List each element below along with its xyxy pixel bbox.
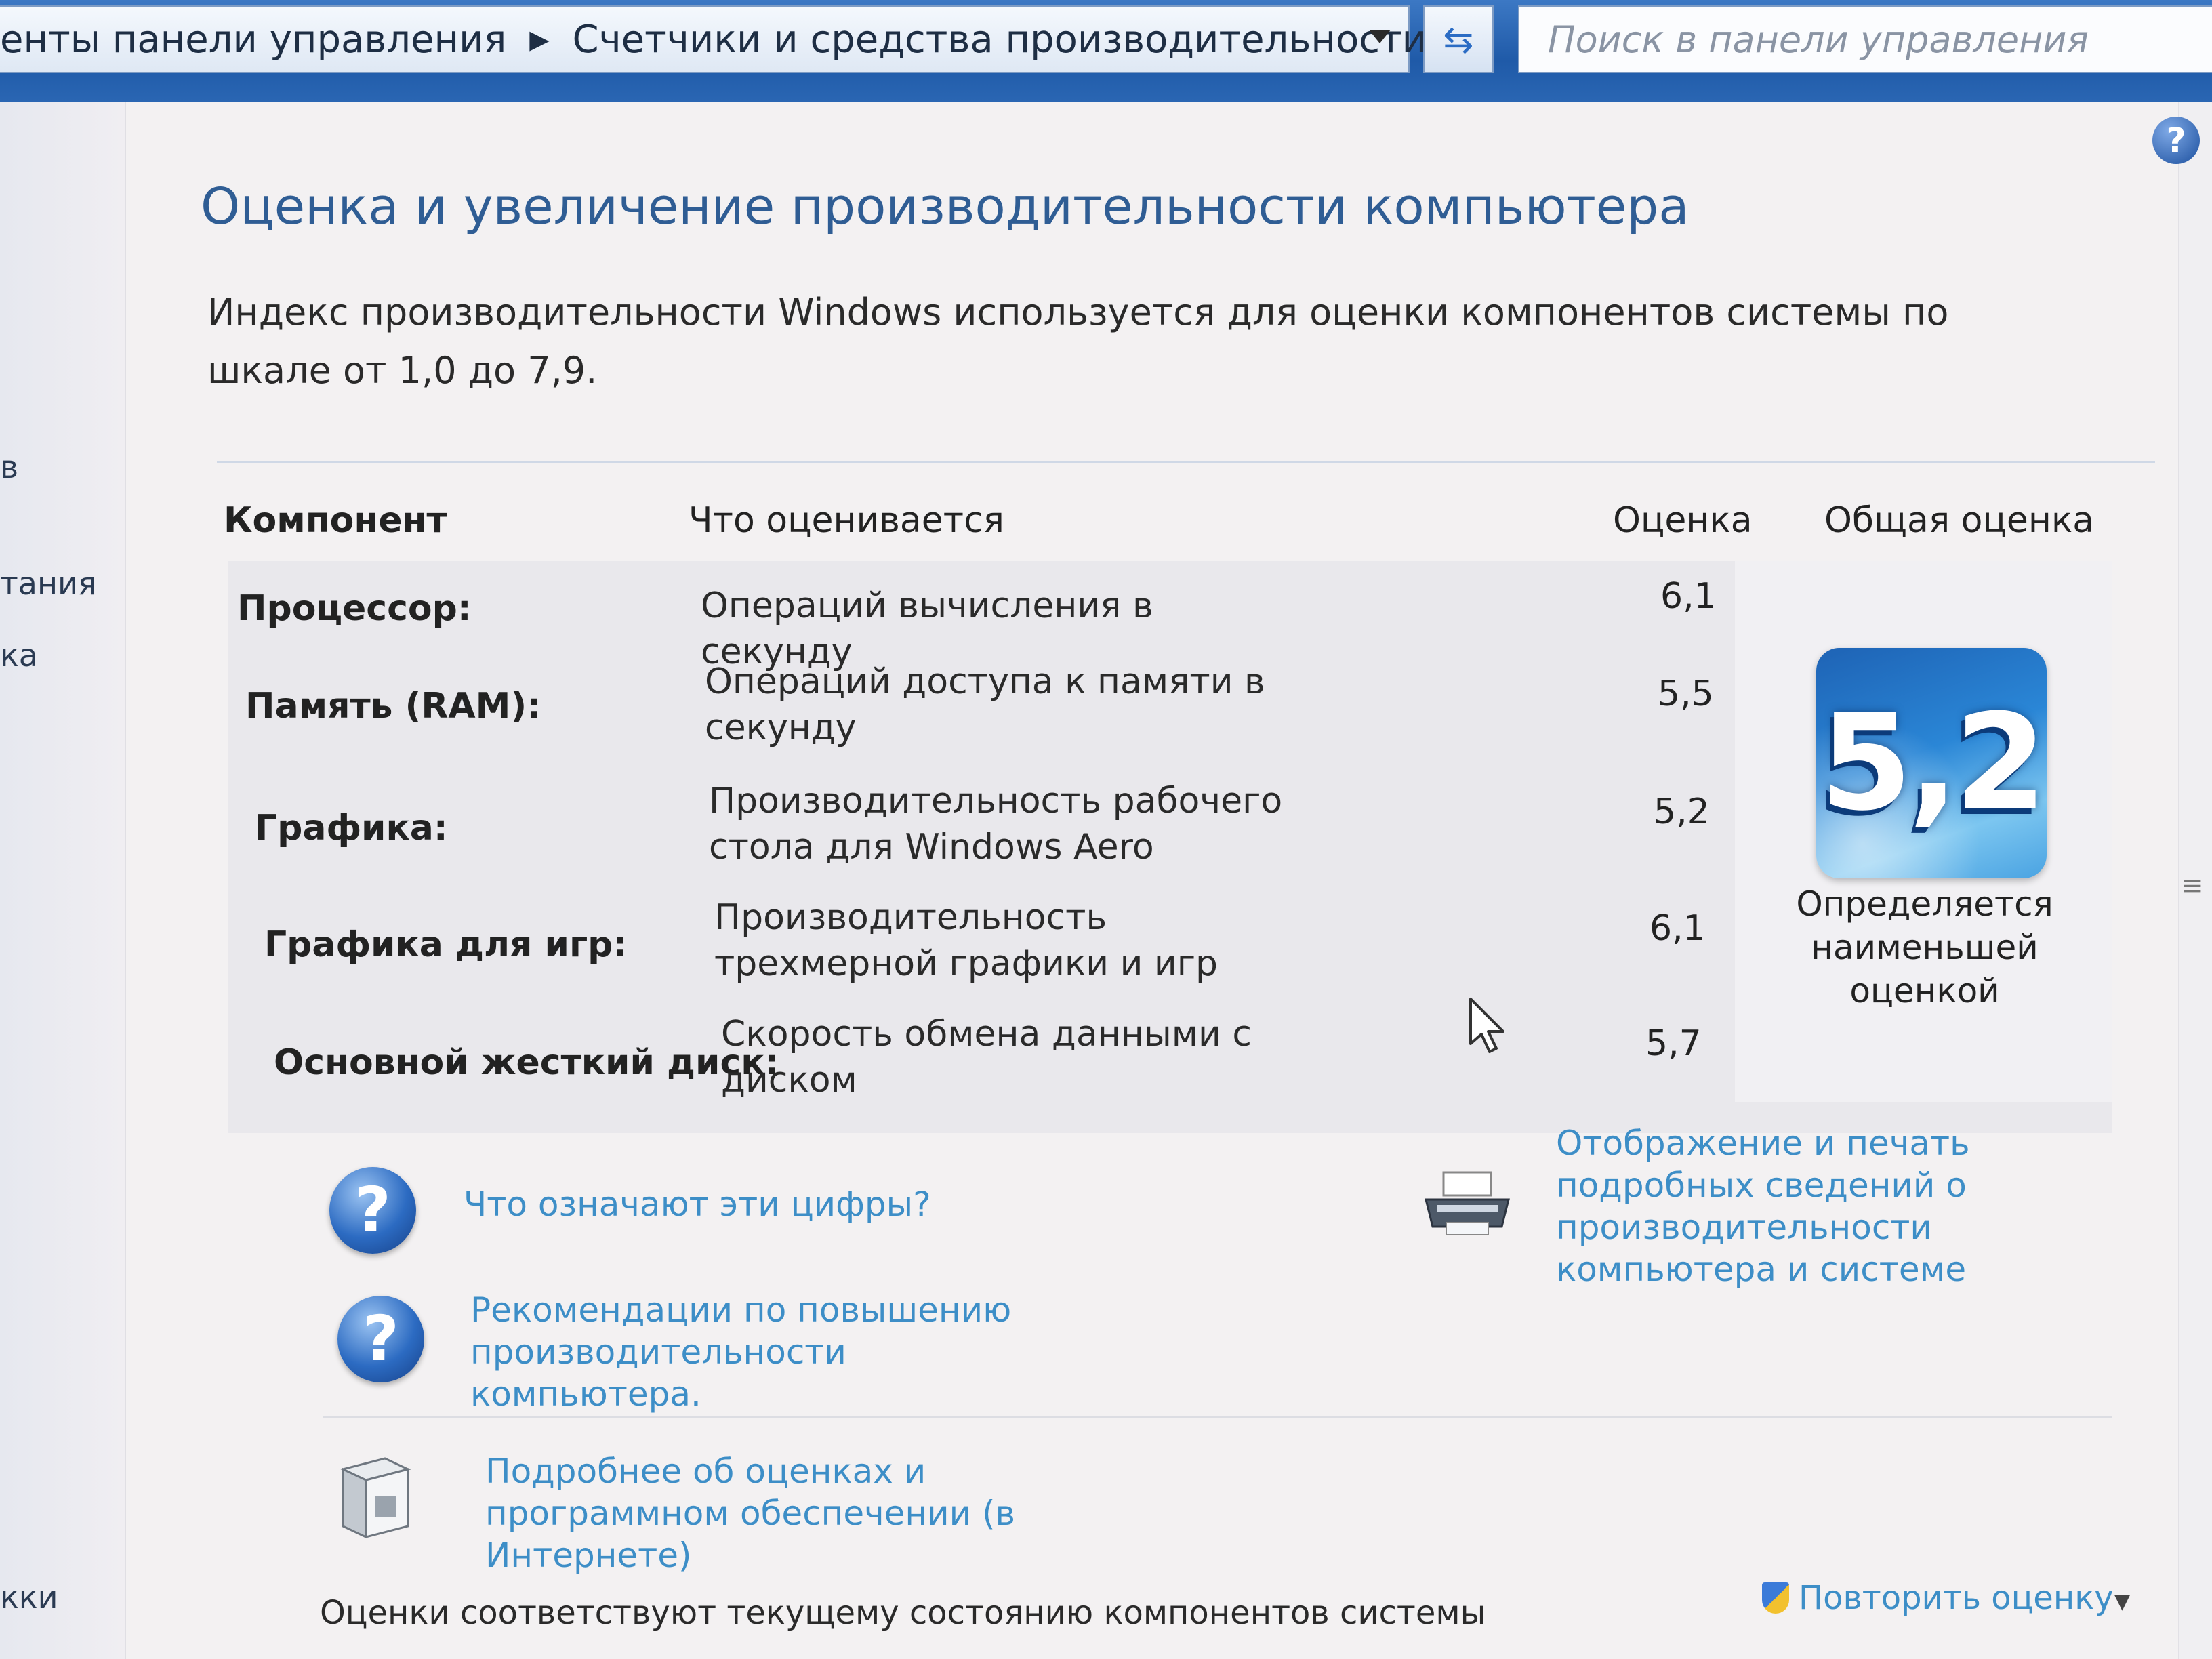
- column-header-base-score: Общая оценка: [1824, 500, 2095, 541]
- left-nav-item[interactable]: ка: [0, 637, 38, 674]
- row-label-processor: Процессор:: [237, 588, 472, 629]
- status-text: Оценки соответствуют текущему состоянию …: [320, 1594, 1486, 1632]
- refresh-icon: ⇆: [1443, 18, 1474, 61]
- search-placeholder: Поиск в панели управления: [1548, 18, 2089, 61]
- column-header-what: Что оценивается: [689, 500, 1004, 541]
- printer-icon[interactable]: [1416, 1166, 1518, 1240]
- help-icon[interactable]: ?: [2152, 117, 2200, 164]
- chevron-down-icon[interactable]: ▼: [2114, 1590, 2130, 1614]
- row-desc-primary-disk: Скорость обмена данными с диском: [721, 1014, 1252, 1101]
- column-header-score: Оценка: [1613, 500, 1753, 541]
- base-score-note: Определяется наименьшей оценкой: [1796, 884, 2053, 1010]
- uac-shield-icon: [1762, 1582, 1789, 1614]
- question-icon[interactable]: ?: [337, 1296, 424, 1382]
- link-performance-tips[interactable]: Рекомендации по повышению производительн…: [470, 1289, 1067, 1415]
- search-input[interactable]: Поиск в панели управления: [1518, 5, 2212, 73]
- row-score-memory: 5,5: [1658, 674, 1714, 714]
- row-desc-memory: Операций доступа к памяти в секунду: [705, 661, 1265, 748]
- row-desc-graphics: Производительность рабочего стола для Wi…: [709, 781, 1283, 867]
- question-icon[interactable]: ?: [329, 1167, 416, 1254]
- link-print-details[interactable]: Отображение и печать подробных сведений …: [1556, 1122, 2112, 1290]
- left-nav-item[interactable]: кки: [0, 1579, 58, 1616]
- breadcrumb-item-performance[interactable]: Счетчики и средства производительности: [572, 18, 1427, 62]
- address-bar: енты панели управления ▶ Счетчики и сред…: [0, 0, 2212, 102]
- row-score-processor: 6,1: [1660, 576, 1717, 617]
- row-label-primary-disk: Основной жесткий диск:: [274, 1042, 779, 1083]
- divider: [323, 1416, 2112, 1418]
- row-label-memory: Память (RAM):: [245, 686, 541, 726]
- breadcrumb-item-control-panel[interactable]: енты панели управления: [0, 18, 506, 62]
- chevron-down-icon[interactable]: [1369, 30, 1391, 43]
- mouse-cursor-icon: [1469, 998, 1504, 1053]
- page-title: Оценка и увеличение производительности к…: [201, 178, 1689, 236]
- left-nav-item[interactable]: тания: [0, 565, 97, 602]
- rerun-assessment-link[interactable]: Повторить оценку: [1762, 1579, 2114, 1617]
- refresh-button[interactable]: ⇆: [1423, 5, 1494, 73]
- row-label-graphics: Графика:: [255, 808, 448, 848]
- chevron-right-icon: ▶: [529, 24, 550, 54]
- left-nav-item[interactable]: в: [0, 449, 18, 485]
- link-what-numbers-mean[interactable]: Что означают эти цифры?: [464, 1183, 931, 1225]
- divider: [217, 461, 2155, 463]
- base-score-badge: 5,2: [1816, 648, 2047, 878]
- software-box-icon: [340, 1457, 411, 1539]
- rerun-assessment-label: Повторить оценку: [1799, 1579, 2114, 1617]
- column-header-component: Компонент: [224, 500, 447, 541]
- left-navigation-pane: [0, 102, 126, 1659]
- breadcrumb[interactable]: енты панели управления ▶ Счетчики и сред…: [0, 5, 1427, 73]
- row-label-gaming-graphics: Графика для игр:: [264, 924, 628, 965]
- row-score-primary-disk: 5,7: [1645, 1023, 1702, 1064]
- row-score-gaming-graphics: 6,1: [1650, 908, 1706, 949]
- base-score-value: 5,2: [1820, 686, 2047, 840]
- link-learn-more-online[interactable]: Подробнее об оценках и программном обесп…: [485, 1450, 1163, 1576]
- scroll-grip-icon[interactable]: ≡: [2181, 870, 2204, 901]
- row-desc-gaming-graphics: Производительность трехмерной графики и …: [714, 897, 1218, 984]
- intro-text: Индекс производительности Windows исполь…: [207, 291, 1949, 392]
- row-score-graphics: 5,2: [1654, 792, 1710, 832]
